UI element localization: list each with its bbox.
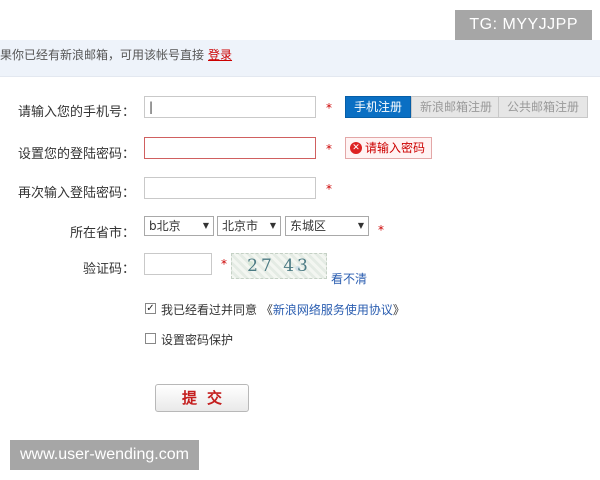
captcha-refresh-link[interactable]: 看不清 (331, 270, 367, 287)
province-value: b北京 (149, 219, 181, 233)
district-value: 东城区 (290, 219, 327, 233)
password-label: 设置您的登陆密码： (17, 147, 135, 162)
confirm-password-input[interactable] (144, 177, 316, 199)
agreement-close-quote: 》 (392, 303, 405, 317)
tab-public-mail-register[interactable]: 公共邮箱注册 (498, 96, 589, 118)
watermark-url: www.user-wending.com (10, 440, 199, 470)
tab-phone-register[interactable]: 手机注册 (345, 96, 412, 118)
agree-checkbox[interactable]: ✓ (145, 303, 156, 314)
region-required-mark: * (378, 223, 384, 237)
password-protect-checkbox[interactable] (145, 333, 156, 344)
city-value: 北京市 (222, 219, 259, 233)
tab-sina-mail-register[interactable]: 新浪邮箱注册 (411, 96, 502, 118)
dropdown-arrow-icon: ▼ (357, 221, 364, 230)
watermark-tag: TG: MYYJJPP (455, 10, 592, 40)
captcha-image[interactable]: 27 43 (231, 253, 327, 279)
captcha-input[interactable] (144, 253, 212, 275)
password-error-text: 请输入密码 (365, 141, 426, 155)
password-error-tip: ✕ 请输入密码 (345, 137, 433, 159)
agreement-link[interactable]: 新浪网络服务使用协议 (273, 303, 393, 317)
notice-message: 果你已经有新浪邮箱，可用该帐号直接 (0, 48, 205, 62)
password-input[interactable] (144, 137, 316, 159)
city-select[interactable]: 北京市 ▼ (217, 216, 281, 236)
province-select[interactable]: b北京 ▼ (144, 216, 214, 236)
phone-input[interactable]: | (144, 96, 316, 118)
agree-text: 我已经看过并同意 (161, 303, 258, 317)
phone-label: 请输入您的手机号： (17, 105, 135, 120)
captcha-label: 验证码： (82, 262, 135, 277)
password-required-mark: * (326, 142, 332, 156)
agreement-open-quote: 《 (260, 303, 273, 317)
confirm-required-mark: * (326, 182, 332, 196)
region-label: 所在省市： (69, 226, 135, 241)
captcha-required-mark: * (221, 257, 227, 271)
district-select[interactable]: 东城区 ▼ (285, 216, 369, 236)
notice-text: 果你已经有新浪邮箱，可用该帐号直接 登录 (0, 46, 232, 63)
login-link[interactable]: 登录 (208, 48, 232, 62)
dropdown-arrow-icon: ▼ (202, 221, 209, 230)
confirm-password-label: 再次输入登陆密码： (17, 186, 135, 201)
submit-button[interactable]: 提交 (155, 384, 249, 412)
phone-required-mark: * (326, 101, 332, 115)
password-protect-label: 设置密码保护 (161, 333, 234, 347)
agree-label: 我已经看过并同意 《新浪网络服务使用协议》 (161, 301, 405, 318)
dropdown-arrow-icon: ▼ (269, 221, 276, 230)
error-icon: ✕ (350, 142, 362, 154)
